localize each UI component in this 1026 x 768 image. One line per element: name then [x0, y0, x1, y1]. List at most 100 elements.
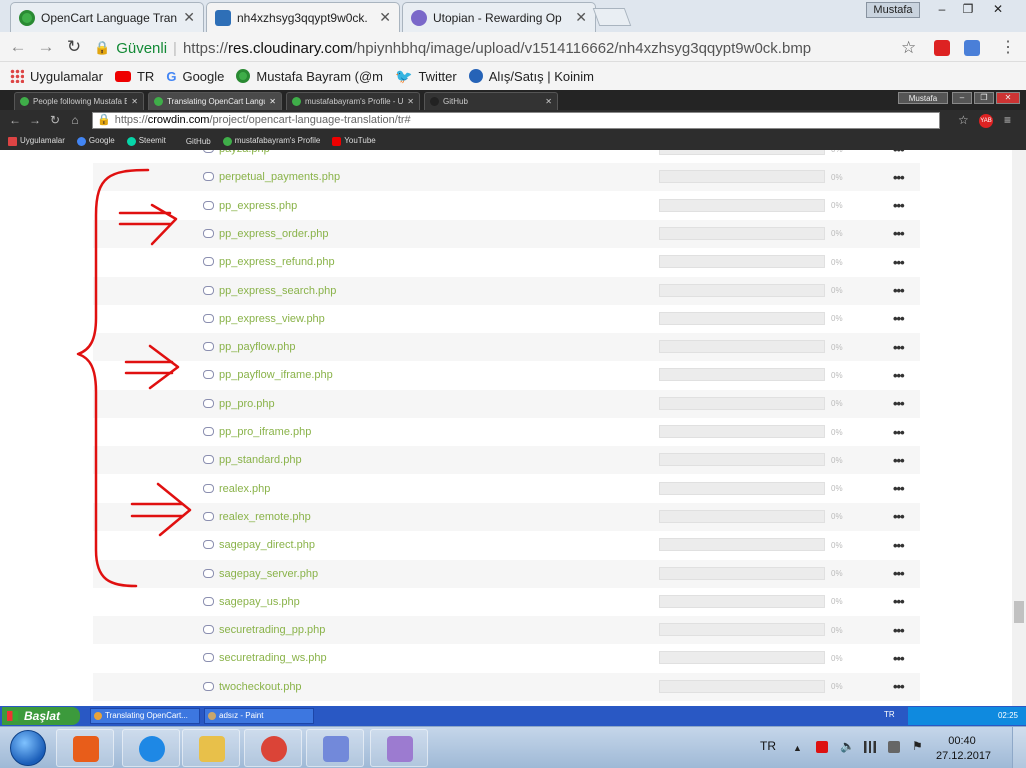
show-hidden-icons-icon[interactable]: ▲ — [793, 743, 805, 755]
file-row[interactable]: realex_remote.php 0% ••• — [93, 502, 920, 531]
xp-language-indicator[interactable]: TR — [884, 710, 895, 719]
file-row[interactable]: securetrading_pp.php 0% ••• — [93, 616, 920, 645]
file-name-link[interactable]: pp_express_search.php — [219, 285, 336, 297]
close-icon[interactable]: ✕ — [545, 97, 552, 106]
file-row[interactable]: sagepay_server.php 0% ••• — [93, 559, 920, 588]
xp-task-chrome[interactable]: Translating OpenCart... — [90, 708, 200, 724]
home-icon[interactable]: ⌂ — [68, 113, 82, 127]
row-more-menu-icon[interactable]: ••• — [893, 170, 905, 185]
menu-icon[interactable]: ⋮ — [1000, 37, 1016, 57]
file-name-link[interactable]: pp_payflow.php — [219, 341, 295, 353]
file-name-link[interactable]: pp_express_order.php — [219, 228, 328, 240]
file-row[interactable]: pp_express_refund.php 0% ••• — [93, 248, 920, 276]
row-more-menu-icon[interactable]: ••• — [893, 509, 905, 524]
inner-tab-github[interactable]: GitHub ✕ — [424, 92, 558, 110]
file-row[interactable]: pp_express_view.php 0% ••• — [93, 305, 920, 333]
power-icon[interactable] — [888, 741, 900, 753]
extension-icon[interactable] — [934, 40, 950, 56]
bookmark-twitter[interactable]: 🐦 Twitter — [395, 68, 457, 85]
bookmark-apps[interactable]: Uygulamalar — [10, 69, 103, 84]
file-name-link[interactable]: pp_standard.php — [219, 454, 302, 466]
file-row[interactable]: pp_express.php 0% ••• — [93, 192, 920, 220]
network-icon[interactable] — [864, 741, 876, 753]
file-row[interactable]: twocheckout.php 0% ••• — [93, 672, 920, 701]
xp-clock[interactable]: 02:25 — [998, 711, 1018, 720]
file-name-link[interactable]: pp_express.php — [219, 200, 297, 212]
inner-minimize-button[interactable]: ‒ — [952, 92, 972, 104]
yab-extension-icon[interactable]: YAB — [979, 114, 993, 128]
menu-icon[interactable]: ≡ — [1004, 113, 1011, 127]
start-button[interactable] — [2, 727, 56, 768]
file-name-link[interactable]: pp_express_view.php — [219, 313, 325, 325]
bookmark-google[interactable]: Google — [76, 136, 115, 146]
url-field[interactable]: 🔒 Güvenli | https://res.cloudinary.com/h… — [94, 36, 924, 60]
row-more-menu-icon[interactable]: ••• — [893, 538, 905, 553]
outer-tab-cloudinary[interactable]: nh4xzhsyg3qqypt9w0ck. ✕ — [206, 2, 400, 32]
row-more-menu-icon[interactable]: ••• — [893, 453, 905, 468]
inner-tab-profile[interactable]: mustafabayram's Profile - Ut ✕ — [286, 92, 420, 110]
row-more-menu-icon[interactable]: ••• — [893, 651, 905, 666]
file-row[interactable]: pp_express_order.php 0% ••• — [93, 219, 920, 248]
file-name-link[interactable]: payza.php — [219, 150, 270, 155]
pinned-app-discord[interactable] — [306, 729, 364, 767]
file-name-link[interactable]: pp_express_refund.php — [219, 256, 335, 268]
language-indicator[interactable]: TR — [760, 739, 776, 753]
forward-icon[interactable]: → — [28, 113, 42, 127]
xp-task-paint[interactable]: adsız - Paint — [204, 708, 314, 724]
close-window-button[interactable]: ✕ — [986, 2, 1010, 18]
bookmark-koinim[interactable]: Alış/Satış | Koinim — [468, 69, 594, 84]
close-icon[interactable]: ✕ — [269, 97, 276, 106]
row-more-menu-icon[interactable]: ••• — [893, 311, 905, 326]
bookmark-google[interactable]: G Google — [166, 69, 224, 84]
translate-icon[interactable] — [964, 40, 980, 56]
row-more-menu-icon[interactable]: ••• — [893, 425, 905, 440]
file-row[interactable]: pp_payflow.php 0% ••• — [93, 333, 920, 362]
bookmark-star-icon[interactable]: ☆ — [958, 113, 969, 127]
row-more-menu-icon[interactable]: ••• — [893, 340, 905, 355]
file-name-link[interactable]: pp_payflow_iframe.php — [219, 369, 333, 381]
back-icon[interactable]: ← — [8, 113, 22, 127]
xp-start-button[interactable]: Başlat — [2, 707, 80, 725]
file-row[interactable]: perpetual_payments.php 0% ••• — [93, 163, 920, 192]
bookmark-steemit[interactable]: Steemit — [126, 136, 166, 146]
file-name-link[interactable]: pp_pro_iframe.php — [219, 426, 311, 438]
clock[interactable]: 00:40 27.12.2017 — [936, 734, 991, 764]
row-more-menu-icon[interactable]: ••• — [893, 150, 905, 157]
maximize-button[interactable]: ❐ — [956, 2, 980, 18]
pinned-app-media-player[interactable] — [56, 729, 114, 767]
pinned-app-paint[interactable] — [370, 729, 428, 767]
file-name-link[interactable]: twocheckout.php — [219, 681, 302, 693]
bookmark-apps[interactable]: Uygulamalar — [8, 136, 65, 146]
file-row[interactable]: securetrading_ws.php 0% ••• — [93, 644, 920, 672]
row-more-menu-icon[interactable]: ••• — [893, 679, 905, 694]
close-icon[interactable]: ✕ — [379, 9, 391, 26]
row-more-menu-icon[interactable]: ••• — [893, 198, 905, 213]
profile-button[interactable]: Mustafa — [866, 2, 920, 18]
row-more-menu-icon[interactable]: ••• — [893, 283, 905, 298]
inner-tab-crowdin[interactable]: Translating OpenCart Langu ✕ — [148, 92, 282, 110]
action-center-flag-icon[interactable]: ⚑ — [912, 739, 924, 753]
file-name-link[interactable]: realex.php — [219, 483, 270, 495]
show-desktop-button[interactable] — [1012, 727, 1026, 768]
close-icon[interactable]: ✕ — [131, 97, 138, 106]
row-more-menu-icon[interactable]: ••• — [893, 226, 905, 241]
outer-tab-crowdin[interactable]: OpenCart Language Tran ✕ — [10, 2, 204, 32]
inner-profile-button[interactable]: Mustafa — [898, 92, 948, 104]
close-icon[interactable]: ✕ — [183, 9, 195, 26]
new-tab-button[interactable] — [592, 8, 632, 26]
row-more-menu-icon[interactable]: ••• — [893, 566, 905, 581]
bookmark-steemit[interactable]: Mustafa Bayram (@m — [236, 69, 383, 84]
row-more-menu-icon[interactable]: ••• — [893, 623, 905, 638]
inner-url-field[interactable]: 🔒 https://crowdin.com/project/opencart-l… — [92, 112, 940, 129]
file-row[interactable]: payza.php 0% ••• — [93, 150, 920, 163]
row-more-menu-icon[interactable]: ••• — [893, 255, 905, 270]
file-name-link[interactable]: securetrading_ws.php — [219, 652, 327, 664]
volume-icon[interactable]: 🔈 — [840, 739, 855, 753]
pinned-app-file-explorer[interactable] — [182, 729, 240, 767]
antivirus-icon[interactable] — [816, 741, 828, 753]
back-icon[interactable]: ← — [8, 37, 28, 57]
pinned-app-internet-explorer[interactable] — [122, 729, 180, 767]
pinned-app-chrome[interactable] — [244, 729, 302, 767]
row-more-menu-icon[interactable]: ••• — [893, 481, 905, 496]
bookmark-github[interactable]: GitHub — [186, 137, 211, 146]
